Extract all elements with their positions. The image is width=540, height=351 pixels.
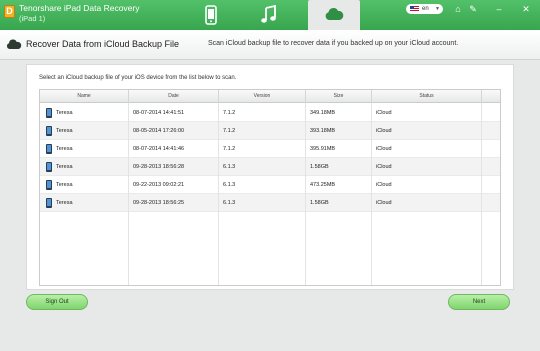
ios-device-icon [46,180,52,190]
tab-icloud-recovery[interactable] [308,0,360,30]
app-title: Tenorshare iPad Data Recovery [19,3,140,13]
row-name: Teresa [56,128,73,134]
table-row[interactable]: Teresa 09-28-2013 18:56:25 6.1.3 1.58GB … [40,194,500,212]
backup-list-panel: Select an iCloud backup file of your iOS… [26,64,514,290]
row-name: Teresa [56,164,73,170]
sign-out-button[interactable]: Sign Out [26,294,88,310]
row-status: iCloud [372,140,482,158]
row-version: 6.1.3 [219,176,306,194]
row-date: 09-22-2013 09:02:21 [129,176,219,194]
cloud-icon [6,39,22,49]
row-size: 393.18MB [306,122,372,140]
title-bar: D Tenorshare iPad Data Recovery (iPad 1)… [0,0,540,30]
language-select[interactable]: en ▼ [406,4,443,14]
settings-icon[interactable]: ✎ [467,3,479,15]
row-version: 6.1.3 [219,158,306,176]
chevron-down-icon: ▼ [435,6,440,12]
phone-icon [205,5,217,25]
row-date: 08-07-2014 14:41:46 [129,140,219,158]
row-name: Teresa [56,146,73,152]
column-header-status[interactable]: Status [372,90,482,103]
row-size: 349.18MB [306,104,372,122]
column-divider [371,103,372,285]
home-icon[interactable]: ⌂ [452,3,464,15]
column-header-version[interactable]: Version [219,90,306,103]
row-status: iCloud [372,122,482,140]
device-name: (iPad 1) [19,14,46,23]
music-note-icon [261,5,276,23]
backup-table: Name Date Version Size Status Teresa 08-… [39,89,501,286]
cloud-icon [325,8,344,20]
row-size: 1.58GB [306,194,372,212]
ios-device-icon [46,144,52,154]
column-divider [218,103,219,285]
ios-device-icon [46,162,52,172]
row-date: 09-28-2013 18:56:25 [129,194,219,212]
row-version: 7.1.2 [219,104,306,122]
row-date: 09-28-2013 18:56:28 [129,158,219,176]
row-status: iCloud [372,158,482,176]
table-row[interactable]: Teresa 08-07-2014 14:41:51 7.1.2 349.18M… [40,104,500,122]
us-flag-icon [410,6,419,12]
row-version: 7.1.2 [219,122,306,140]
tab-device-recovery[interactable] [185,0,237,30]
header-bar: Recover Data from iCloud Backup File Sca… [0,30,540,60]
row-size: 395.91MB [306,140,372,158]
row-name: Teresa [56,182,73,188]
instruction-text: Select an iCloud backup file of your iOS… [39,75,237,81]
column-header-name[interactable]: Name [40,90,129,103]
row-status: iCloud [372,104,482,122]
row-status: iCloud [372,176,482,194]
page-description: Scan iCloud backup file to recover data … [208,40,459,47]
language-code: en [422,6,429,12]
row-version: 7.1.2 [219,140,306,158]
column-header-date[interactable]: Date [129,90,219,103]
row-date: 08-05-2014 17:26:00 [129,122,219,140]
row-version: 6.1.3 [219,194,306,212]
app-logo-icon: D [4,5,15,18]
next-button[interactable]: Next [448,294,510,310]
minimize-icon[interactable]: – [493,3,505,15]
table-row[interactable]: Teresa 09-22-2013 09:02:21 6.1.3 473.25M… [40,176,500,194]
ios-device-icon [46,198,52,208]
row-name: Teresa [56,110,73,116]
column-divider [305,103,306,285]
row-size: 473.25MB [306,176,372,194]
column-divider [481,103,482,285]
row-date: 08-07-2014 14:41:51 [129,104,219,122]
table-row[interactable]: Teresa 08-07-2014 14:41:46 7.1.2 395.91M… [40,140,500,158]
ios-device-icon [46,126,52,136]
page-title: Recover Data from iCloud Backup File [26,39,180,49]
close-icon[interactable]: ✕ [520,3,532,15]
column-header-size[interactable]: Size [306,90,372,103]
tab-itunes-recovery[interactable] [243,0,295,30]
row-size: 1.58GB [306,158,372,176]
table-header: Name Date Version Size Status [40,90,500,103]
ios-device-icon [46,108,52,118]
table-row[interactable]: Teresa 08-05-2014 17:26:00 7.1.2 393.18M… [40,122,500,140]
row-status: iCloud [372,194,482,212]
column-divider [128,103,129,285]
table-row[interactable]: Teresa 09-28-2013 18:56:28 6.1.3 1.58GB … [40,158,500,176]
row-name: Teresa [56,200,73,206]
